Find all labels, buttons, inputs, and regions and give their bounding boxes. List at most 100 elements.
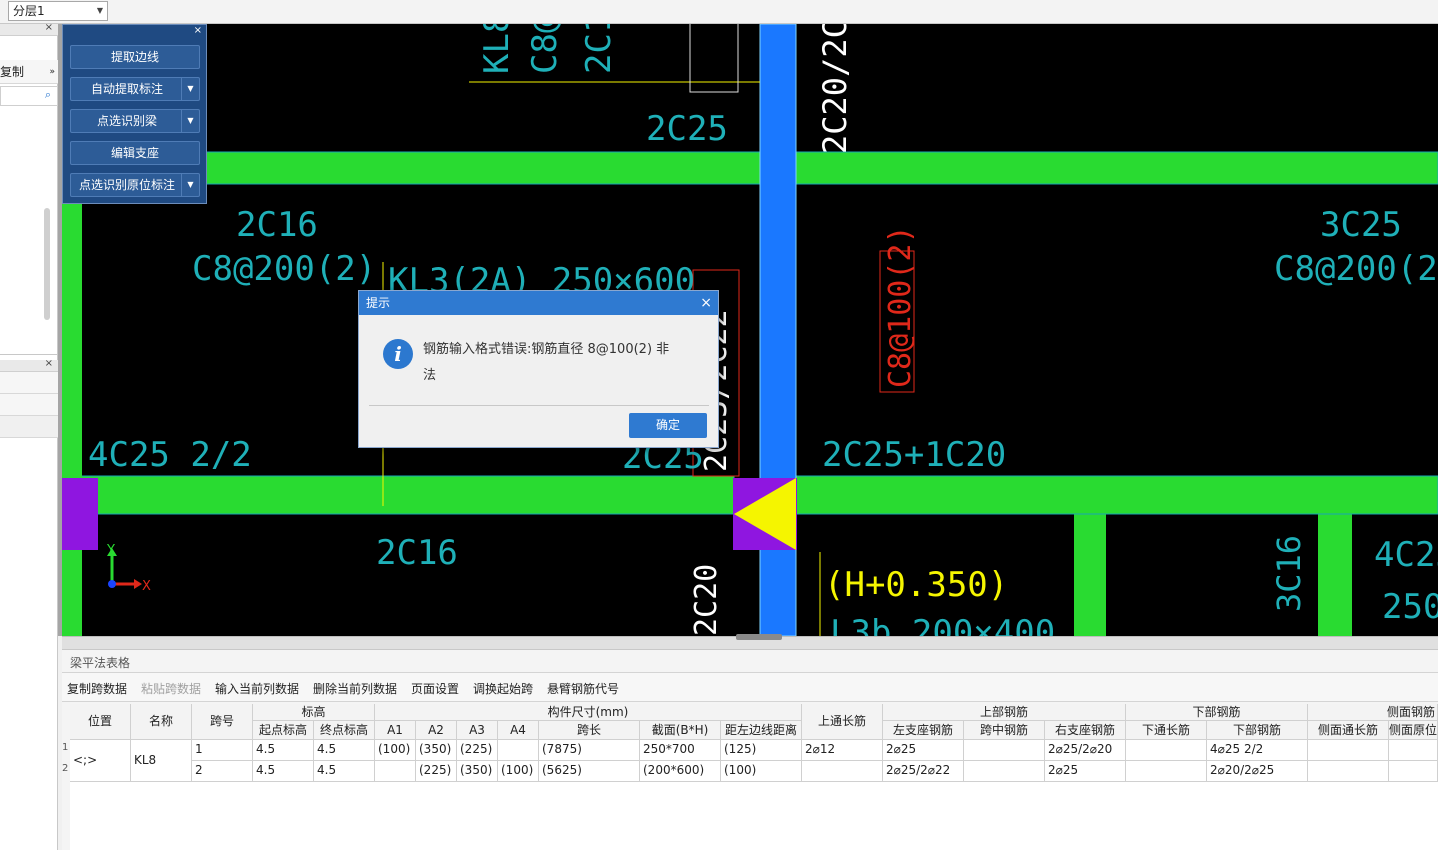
extract-edge-button[interactable]: 提取边线 (70, 45, 200, 69)
table-cell[interactable]: 4.5 (314, 740, 375, 761)
delete-column-data-button[interactable]: 删除当前列数据 (313, 680, 397, 697)
table-cell[interactable]: 4.5 (253, 761, 314, 782)
cad-canvas[interactable]: KL8 C8@ 2C1 2C25 2C20/2C 2C16 C8@200(2) … (62, 24, 1438, 636)
table-cell[interactable]: 2⌀25 (883, 740, 964, 761)
table-cell[interactable]: 4.5 (253, 740, 314, 761)
double-chevron-right-icon[interactable]: » (49, 60, 55, 84)
table-cell[interactable]: (100) (498, 761, 539, 782)
close-icon[interactable]: × (45, 22, 53, 33)
input-column-data-button[interactable]: 输入当前列数据 (215, 680, 299, 697)
column-header[interactable]: 名称 (131, 704, 192, 740)
table-cell[interactable]: (100) (721, 761, 802, 782)
column-header[interactable]: 侧面通长筋 (1308, 721, 1389, 740)
label-3c16: 3C16 (1270, 535, 1308, 612)
close-icon[interactable]: × (194, 25, 202, 36)
column-header[interactable]: 上通长筋 (802, 704, 883, 740)
label-c8-100-red: C8@100(2) (883, 225, 918, 388)
column-header[interactable]: 侧面原位 (1389, 721, 1438, 740)
column-header[interactable]: A4 (498, 721, 539, 740)
group-header: 构件尺寸(mm) (375, 704, 802, 721)
layer-select[interactable]: 分层1 ▼ (8, 1, 108, 21)
label-4c25-right: 4C25 (1374, 535, 1438, 575)
cantilever-rebar-code-button[interactable]: 悬臂钢筋代号 (547, 680, 619, 697)
dialog-message-line: 法 (423, 368, 437, 383)
table-cell[interactable]: (5625) (539, 761, 640, 782)
table-cell[interactable]: 2⌀25/2⌀22 (883, 761, 964, 782)
table-cell[interactable] (1126, 761, 1207, 782)
label-250-right: 250 (1382, 587, 1438, 627)
close-icon[interactable]: × (700, 291, 712, 315)
left-panel-row[interactable] (0, 372, 58, 394)
table-cell[interactable] (802, 761, 883, 782)
dropdown-arrow-icon[interactable]: ▼ (181, 78, 199, 100)
column-header[interactable]: 跨长 (539, 721, 640, 740)
horizontal-splitter[interactable] (62, 634, 1438, 650)
button-label: 自动提取标注 (90, 82, 163, 96)
table-cell[interactable] (964, 761, 1045, 782)
column-header[interactable]: 终点标高 (314, 721, 375, 740)
left-panel-row[interactable]: 复制 » (0, 60, 58, 84)
table-cell[interactable] (1126, 740, 1207, 761)
table-cell[interactable] (1308, 761, 1389, 782)
table-cell[interactable] (498, 740, 539, 761)
left-panel-row[interactable] (0, 416, 58, 438)
splitter-handle[interactable] (736, 634, 782, 640)
page-setup-button[interactable]: 页面设置 (411, 680, 459, 697)
table-cell[interactable] (1308, 740, 1389, 761)
column-header[interactable]: 起点标高 (253, 721, 314, 740)
column-header[interactable]: 下部钢筋 (1207, 721, 1308, 740)
column-header[interactable]: 位置 (70, 704, 131, 740)
table-cell[interactable]: 4.5 (314, 761, 375, 782)
table-cell[interactable]: (225) (416, 761, 457, 782)
column-header[interactable]: A1 (375, 721, 416, 740)
column-header[interactable]: A2 (416, 721, 457, 740)
table-cell[interactable]: KL8 (131, 740, 192, 782)
left-panel-scrollbar[interactable] (44, 208, 50, 320)
table-cell[interactable]: 250*700 (640, 740, 721, 761)
dropdown-arrow-icon[interactable]: ▼ (181, 174, 199, 196)
column-header[interactable]: 跨号 (192, 704, 253, 740)
table-cell[interactable] (375, 761, 416, 782)
left-panel-search[interactable]: ⌕ (0, 86, 58, 106)
auto-extract-annotation-button[interactable]: 自动提取标注 ▼ (70, 77, 200, 101)
table-cell[interactable]: 1 (192, 740, 253, 761)
table-cell[interactable]: (350) (457, 761, 498, 782)
column-header[interactable]: 下通长筋 (1126, 721, 1207, 740)
column-header[interactable]: 距左边线距离 (721, 721, 802, 740)
copy-span-data-button[interactable]: 复制跨数据 (67, 680, 127, 697)
dropdown-arrow-icon[interactable]: ▼ (181, 110, 199, 132)
table-cell[interactable]: 2⌀20/2⌀25 (1207, 761, 1308, 782)
point-identify-beam-button[interactable]: 点选识别梁 ▼ (70, 109, 200, 133)
point-identify-original-annotation-button[interactable]: 点选识别原位标注 ▼ (70, 173, 200, 197)
column-header[interactable]: 截面(B*H) (640, 721, 721, 740)
left-panel-row[interactable] (0, 394, 58, 416)
left-panel-header-2: × (0, 358, 58, 372)
table-cell[interactable]: (350) (416, 740, 457, 761)
close-icon[interactable]: × (45, 358, 53, 369)
table-cell[interactable] (1389, 761, 1438, 782)
table-cell[interactable]: (7875) (539, 740, 640, 761)
search-icon[interactable]: ⌕ (45, 88, 51, 102)
table-cell[interactable]: 2 (192, 761, 253, 782)
identify-tool-panel: × 提取边线 自动提取标注 ▼ 点选识别梁 ▼ 编辑支座 点选识别原位标注 ▼ (62, 24, 207, 204)
table-cell[interactable]: 2⌀12 (802, 740, 883, 761)
table-cell[interactable]: 2⌀25 (1045, 761, 1126, 782)
table-cell[interactable]: 4⌀25 2/2 (1207, 740, 1308, 761)
table-toolbar: 复制跨数据 粘贴跨数据 输入当前列数据 删除当前列数据 页面设置 调换起始跨 悬… (62, 672, 1438, 702)
table-cell[interactable]: (100) (375, 740, 416, 761)
table-cell[interactable]: (125) (721, 740, 802, 761)
column-header[interactable]: 跨中钢筋 (964, 721, 1045, 740)
table-cell[interactable]: (225) (457, 740, 498, 761)
ok-button[interactable]: 确定 (629, 413, 707, 438)
swap-start-span-button[interactable]: 调换起始跨 (473, 680, 533, 697)
table-cell[interactable] (964, 740, 1045, 761)
table-cell[interactable]: (200*600) (640, 761, 721, 782)
table-cell[interactable]: <;> (70, 740, 131, 782)
paste-span-data-button[interactable]: 粘贴跨数据 (141, 680, 201, 697)
column-header[interactable]: 左支座钢筋 (883, 721, 964, 740)
column-header[interactable]: A3 (457, 721, 498, 740)
table-cell[interactable] (1389, 740, 1438, 761)
edit-support-button[interactable]: 编辑支座 (70, 141, 200, 165)
table-cell[interactable]: 2⌀25/2⌀20 (1045, 740, 1126, 761)
column-header[interactable]: 右支座钢筋 (1045, 721, 1126, 740)
